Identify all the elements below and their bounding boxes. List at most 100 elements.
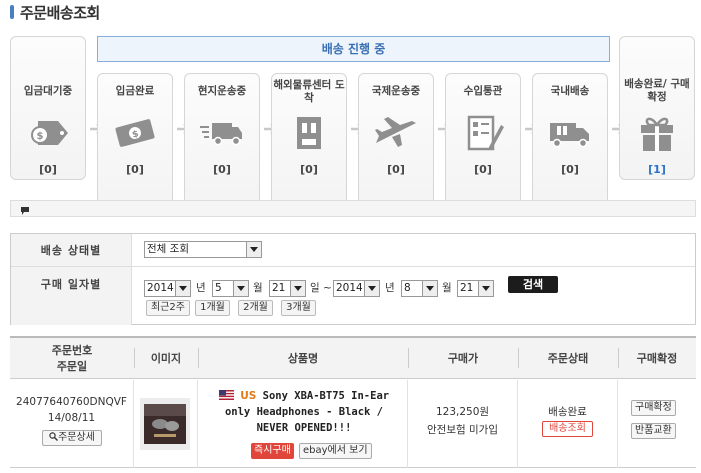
stage-count: [0] (387, 163, 405, 176)
from-year-select[interactable]: 2014 (144, 280, 191, 297)
order-number: 24077640760DNQVF (16, 396, 127, 408)
customs-form-icon (459, 113, 507, 153)
dropdown-arrow-icon (478, 281, 493, 296)
table-row: 24077640760DNQVF 14/08/11 주문상세 US Sony X… (10, 380, 696, 468)
to-day-value: 21 (460, 282, 474, 294)
return-exchange-button[interactable]: 반품교환 (631, 423, 676, 439)
stage-label: 현지운송중 (197, 85, 247, 97)
gift-box-icon (633, 113, 681, 153)
order-detail-button[interactable]: 주문상세 (42, 430, 102, 446)
stage-count: [0] (561, 163, 579, 176)
col-confirm-label: 구매확정 (636, 351, 678, 365)
quick-2weeks-button[interactable]: 최근2주 (146, 300, 190, 316)
col-order-date-label: 주문일 (56, 359, 88, 373)
month-unit: 월 (253, 282, 263, 294)
stage-local-shipping[interactable]: 현지운송중 [0] (184, 73, 260, 216)
date-filter-label: 구매 일자별 (11, 267, 132, 325)
airplane-icon (372, 113, 420, 153)
price-cell: 123,250원 안전보험 미가입 (408, 380, 518, 468)
status-filter-label: 배송 상태별 (11, 234, 132, 266)
delivery-truck-icon (546, 113, 594, 153)
quick-3months-button[interactable]: 3개월 (281, 300, 316, 316)
buy-now-badge: 즉시구매 (251, 443, 294, 459)
in-progress-banner: 배송 진행 중 (97, 36, 610, 62)
page-title: 주문배송조회 (20, 3, 100, 22)
stage-delivered-confirmed[interactable]: 배송완료/ 구매확정 [1] (619, 36, 695, 180)
order-detail-label: 주문상세 (58, 432, 95, 443)
col-product: 상품명 (198, 338, 408, 379)
year-unit: 년 (385, 282, 395, 294)
quick-2months-button[interactable]: 2개월 (238, 300, 273, 316)
dropdown-arrow-icon (233, 281, 248, 296)
stage-overseas-center[interactable]: 해외물류센터 도착 [0] (271, 73, 347, 216)
dropdown-arrow-icon (422, 281, 437, 296)
svg-text:$: $ (37, 131, 44, 142)
product-thumbnail[interactable] (140, 398, 190, 450)
col-confirm: 구매확정 (618, 338, 696, 379)
stage-label: 입금대기중 (23, 85, 73, 97)
view-on-ebay-button[interactable]: ebay에서 보기 (299, 443, 372, 459)
col-status-label: 주문상태 (547, 351, 589, 365)
stage-count: [0] (39, 163, 57, 176)
stage-international-shipping[interactable]: 국제운송중 [0] (358, 73, 434, 216)
stage-label: 수입통관 (463, 85, 503, 97)
dropdown-arrow-icon (246, 242, 261, 257)
order-status-cell: 배송완료 배송조회 (518, 380, 618, 468)
status-select-value: 전체 조회 (147, 243, 189, 255)
stage-label: 국제운송중 (371, 85, 421, 97)
search-button[interactable]: 검색 (508, 276, 558, 293)
status-select[interactable]: 전체 조회 (144, 241, 262, 258)
order-date: 14/08/11 (47, 412, 96, 424)
order-status: 배송완료 (548, 406, 587, 418)
from-day-value: 21 (272, 282, 286, 294)
stage-label: 입금완료 (115, 85, 155, 97)
day-unit: 일 (310, 282, 320, 294)
delivery-progress: 배송 진행 중 입금대기중 $ [0] 입금완료 $ [0] 현지운송중 [0]… (10, 36, 696, 216)
stage-domestic-delivery[interactable]: 국내배송 [0] (532, 73, 608, 216)
dropdown-arrow-icon (364, 281, 379, 296)
stage-payment-complete[interactable]: 입금완료 $ [0] (97, 73, 173, 216)
stage-awaiting-payment[interactable]: 입금대기중 $ [0] (10, 36, 86, 180)
table-header: 주문번호 주문일 이미지 상품명 구매가 주문상태 구매확정 (10, 338, 696, 379)
from-month-value: 5 (215, 282, 222, 294)
col-order-no-label: 주문번호 (51, 343, 93, 357)
stage-label: 국내배송 (550, 85, 590, 97)
confirm-purchase-button[interactable]: 구매확정 (631, 400, 676, 416)
speech-bubble-icon (20, 205, 30, 215)
date-filter-row: 구매 일자별 2014 년 5 월 21 일 ~ 2014 년 8 월 21 검… (11, 267, 695, 325)
product-title[interactable]: US Sony XBA-BT75 In-Ear only Headphones … (212, 388, 396, 436)
col-status: 주문상태 (518, 338, 618, 379)
year-unit: 년 (196, 282, 206, 294)
magnifier-icon (49, 432, 59, 441)
col-price: 구매가 (408, 338, 518, 379)
stage-label: 배송완료/ 구매확정 (624, 78, 690, 103)
track-shipment-button[interactable]: 배송조회 (542, 421, 593, 437)
stage-count: [0] (300, 163, 318, 176)
title-marker (10, 5, 14, 19)
money-bill-icon: $ (111, 113, 159, 153)
from-day-select[interactable]: 21 (269, 280, 306, 297)
price-value: 123,250원 (435, 406, 490, 418)
col-image: 이미지 (134, 338, 198, 379)
col-image-label: 이미지 (150, 351, 182, 365)
stage-count: [0] (474, 163, 492, 176)
to-day-select[interactable]: 21 (457, 280, 494, 297)
col-order-no: 주문번호 주문일 (10, 338, 134, 379)
page-header: 주문배송조회 (10, 0, 100, 24)
to-year-value: 2014 (336, 282, 363, 294)
from-month-select[interactable]: 5 (212, 280, 249, 297)
to-year-select[interactable]: 2014 (333, 280, 380, 297)
product-image-cell (134, 380, 198, 468)
dropdown-arrow-icon (175, 281, 190, 296)
notice-bar (10, 200, 696, 217)
stage-customs-clearance[interactable]: 수입통관 [0] (445, 73, 521, 216)
speeding-truck-icon (198, 113, 246, 153)
dropdown-arrow-icon (290, 281, 305, 296)
range-tilde: ~ (323, 282, 332, 294)
product-name-cell: US Sony XBA-BT75 In-Ear only Headphones … (198, 380, 408, 468)
us-flag-icon (218, 389, 234, 400)
quick-1month-button[interactable]: 1개월 (195, 300, 230, 316)
to-month-select[interactable]: 8 (401, 280, 438, 297)
to-month-value: 8 (404, 282, 411, 294)
col-price-label: 구매가 (447, 351, 479, 365)
